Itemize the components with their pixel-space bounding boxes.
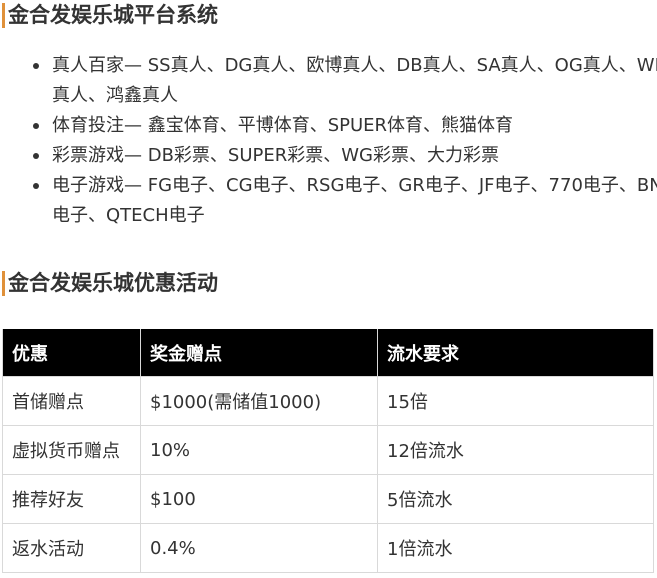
heading-brand: 金合发 (8, 271, 71, 295)
list-item: 彩票游戏— DB彩票、SUPER彩票、WG彩票、大力彩票 (33, 141, 657, 171)
list-item: 体育投注— 鑫宝体育、平博体育、SPUER体育、熊猫体育 (33, 111, 657, 141)
table-cell: 虚拟货币赠点 (2, 425, 141, 475)
table-cell: $100 (140, 474, 378, 524)
header-cell-bonus: 奖金赠点 (140, 329, 378, 377)
table-row: 推荐好友 $100 5倍流水 (2, 474, 654, 524)
table-cell: 首储赠点 (2, 376, 141, 426)
table-cell: 5倍流水 (377, 474, 654, 524)
header-cell-offer: 优惠 (2, 329, 141, 377)
header-cell-turnover: 流水要求 (377, 329, 654, 377)
promotions-section-heading: 金合发娱乐城优惠活动 (0, 268, 218, 298)
table-cell: 10% (140, 425, 378, 475)
table-header-row: 优惠 奖金赠点 流水要求 (2, 329, 654, 377)
list-item: 电子游戏— FG电子、CG电子、RSG电子、GR电子、JF电子、770电子、BN… (33, 171, 657, 231)
table-row: 首储赠点 $1000(需储值1000) 15倍 (2, 376, 654, 426)
platform-section-heading: 金合发娱乐城平台系统 (0, 0, 218, 30)
table-cell: $1000(需储值1000) (140, 376, 378, 426)
table-cell: 返水活动 (2, 523, 141, 573)
table-row: 虚拟货币赠点 10% 12倍流水 (2, 425, 654, 475)
table-cell: 15倍 (377, 376, 654, 426)
heading-brand: 金合发娱乐城 (8, 3, 134, 27)
platform-list: 真人百家— SS真人、DG真人、欧博真人、DB真人、SA真人、OG真人、WM真人… (22, 51, 657, 231)
table-cell: 1倍流水 (377, 523, 654, 573)
table-cell: 推荐好友 (2, 474, 141, 524)
list-item: 真人百家— SS真人、DG真人、欧博真人、DB真人、SA真人、OG真人、WM真人… (33, 51, 657, 111)
table-cell: 0.4% (140, 523, 378, 573)
table-row: 返水活动 0.4% 1倍流水 (2, 523, 654, 573)
table-cell: 12倍流水 (377, 425, 654, 475)
heading-rest: 平台系统 (134, 3, 218, 27)
promotions-table: 优惠 奖金赠点 流水要求 首储赠点 $1000(需储值1000) 15倍 虚拟货… (2, 329, 654, 573)
heading-rest: 娱乐城优惠活动 (71, 271, 218, 295)
